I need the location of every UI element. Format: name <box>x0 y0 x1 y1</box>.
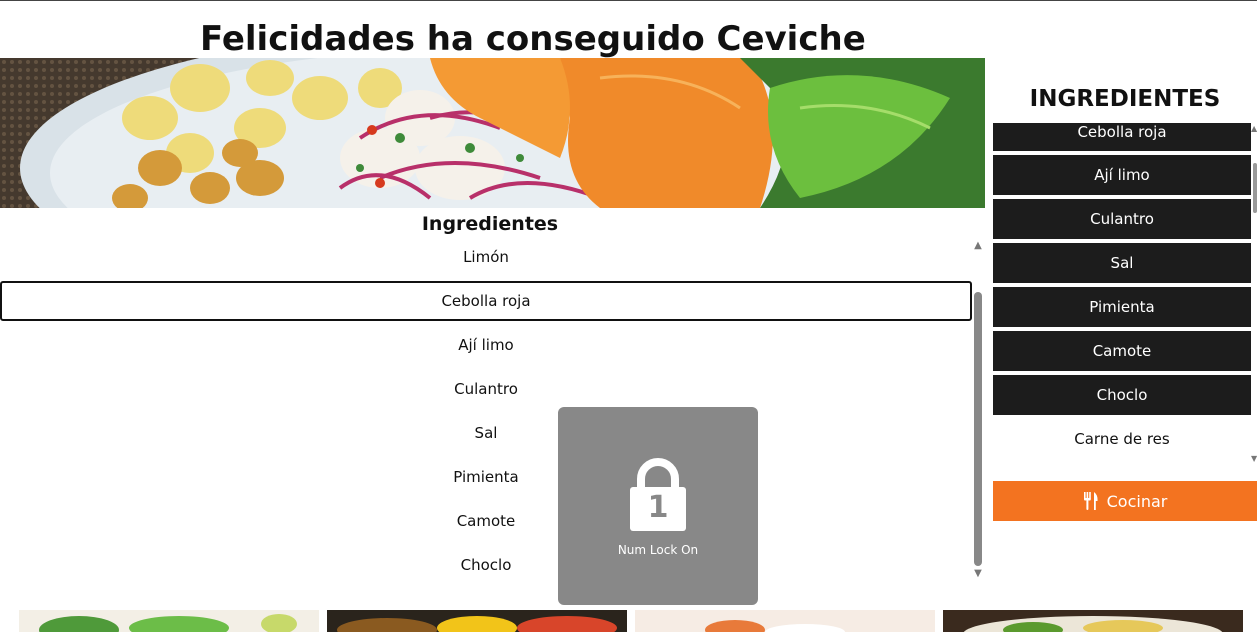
dish-photo[interactable] <box>327 610 627 632</box>
sidebar-ingredient[interactable]: Camote <box>993 331 1251 371</box>
ingredients-scrollbar[interactable]: ▲ ▼ <box>972 237 984 583</box>
scroll-up-arrow-icon[interactable]: ▲ <box>1251 125 1257 133</box>
dish-thumbnail <box>327 610 627 632</box>
list-item[interactable]: Sal <box>0 413 972 453</box>
plate-thumbnail <box>635 610 935 632</box>
sidebar-ingredient[interactable]: Choclo <box>993 375 1251 415</box>
list-item[interactable]: Ají limo <box>0 325 972 365</box>
sidebar-ingredients-list[interactable]: Cebolla roja Ají limo Culantro Sal Pimie… <box>993 123 1251 465</box>
sidebar-title: INGREDIENTES <box>1029 86 1221 112</box>
salad-thumbnail <box>19 610 319 632</box>
plate-photo[interactable] <box>635 610 935 632</box>
num-lock-digit: 1 <box>647 490 669 525</box>
salad-photo[interactable] <box>19 610 319 632</box>
sidebar-ingredient[interactable]: Pimienta <box>993 287 1251 327</box>
list-item[interactable]: Limón <box>0 237 972 277</box>
sidebar-scrollbar[interactable]: ▲ ▼ <box>1251 123 1257 465</box>
list-item[interactable]: Pimienta <box>0 457 972 497</box>
num-lock-label: Num Lock On <box>617 543 699 557</box>
ceviche-photo <box>0 58 985 208</box>
sidebar-ingredient[interactable]: Culantro <box>993 199 1251 239</box>
utensils-icon <box>1083 492 1098 510</box>
ceviche-image <box>0 58 985 208</box>
cook-button-label: Cocinar <box>1106 491 1168 511</box>
ingredients-heading: Ingredientes <box>421 213 559 235</box>
scrollbar-thumb[interactable] <box>974 292 982 566</box>
cook-button[interactable]: Cocinar <box>993 481 1257 521</box>
list-item[interactable]: Choclo <box>0 545 972 585</box>
scroll-down-arrow-icon[interactable]: ▼ <box>1251 455 1257 463</box>
sidebar-ingredient[interactable]: Sal <box>993 243 1251 283</box>
scroll-down-arrow-icon[interactable]: ▼ <box>973 569 983 579</box>
sidebar-ingredient[interactable]: Ají limo <box>993 155 1251 195</box>
ingredients-list[interactable]: Limón Cebolla roja Ají limo Culantro Sal… <box>0 237 972 587</box>
bowl-thumbnail <box>943 610 1243 632</box>
num-lock-overlay: 1 Num Lock On <box>558 407 758 605</box>
list-item[interactable]: Camote <box>0 501 972 541</box>
list-item-selected[interactable]: Cebolla roja <box>0 281 972 321</box>
page-title: Felicidades ha conseguido Ceviche <box>200 19 866 59</box>
bowl-photo[interactable] <box>943 610 1243 632</box>
sidebar-ingredient[interactable]: Carne de res <box>993 419 1251 459</box>
scrollbar-thumb[interactable] <box>1253 163 1257 213</box>
list-item[interactable]: Culantro <box>0 369 972 409</box>
scroll-up-arrow-icon[interactable]: ▲ <box>973 241 983 251</box>
sidebar-ingredient[interactable]: Cebolla roja <box>993 123 1251 151</box>
